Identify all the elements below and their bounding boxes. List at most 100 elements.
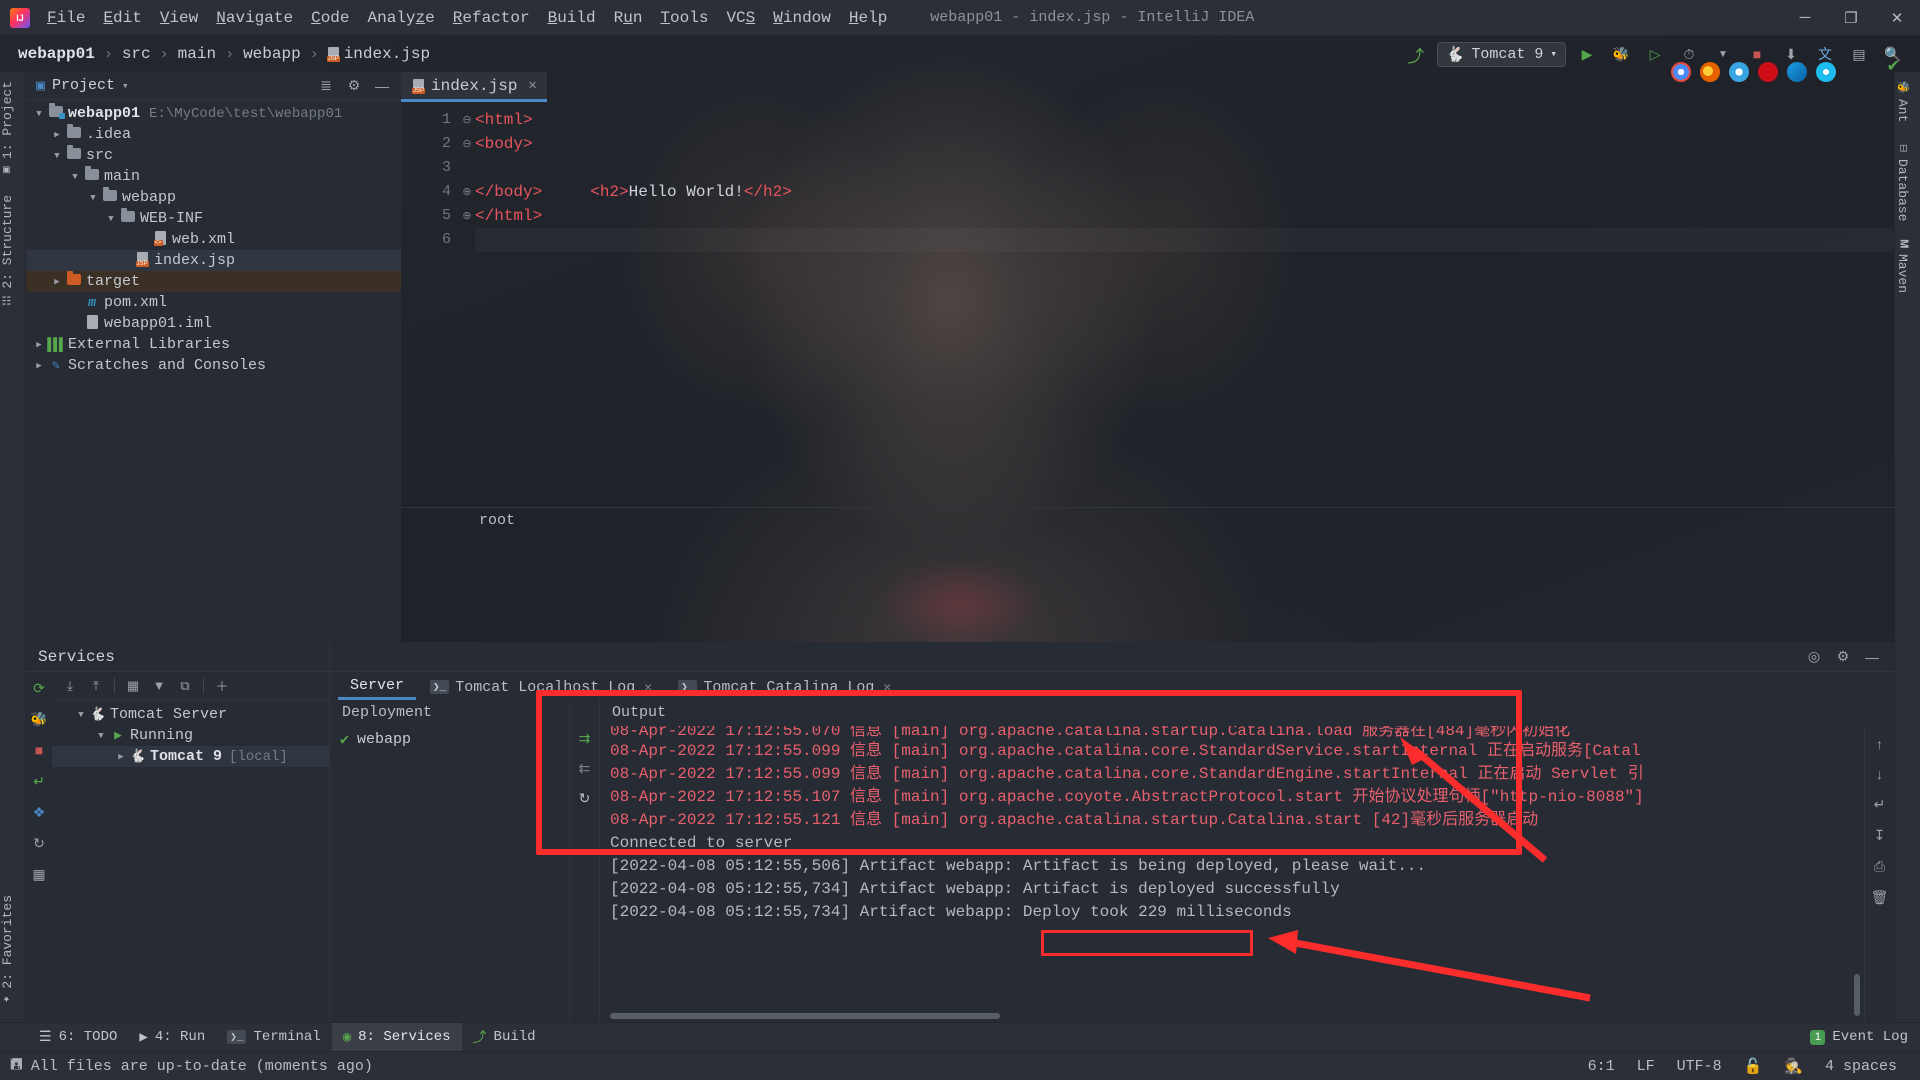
services-node-running[interactable]: ▼ ▶ Running bbox=[52, 725, 329, 746]
tab-tomcat-localhost-log[interactable]: ❯_ Tomcat Localhost Log ✕ bbox=[418, 674, 664, 700]
rail-item-maven[interactable]: 𝐌 Maven bbox=[1895, 230, 1910, 302]
caret-position[interactable]: 6:1 bbox=[1577, 1058, 1626, 1075]
chevron-right-icon[interactable]: ▶ bbox=[50, 130, 64, 140]
services-tree[interactable]: ▼ 🐇 Tomcat Server ▼ ▶ Running ▶ 🐇 Tomcat… bbox=[52, 700, 329, 1022]
unlock-icon[interactable]: 🔓 bbox=[1733, 1057, 1774, 1076]
hector-icon[interactable]: 🕵 bbox=[1773, 1057, 1814, 1076]
tree-node-iml[interactable]: . webapp01.iml bbox=[26, 313, 401, 334]
console-vertical-scrollbar[interactable] bbox=[1854, 974, 1860, 1016]
close-icon[interactable]: ✕ bbox=[883, 680, 891, 695]
breadcrumb-item-file[interactable]: index.jsp bbox=[324, 43, 434, 65]
run-with-coverage-button[interactable]: ▷ bbox=[1642, 41, 1668, 67]
undeploy-arrow-icon[interactable]: ⇇ bbox=[579, 760, 591, 777]
menu-window[interactable]: Window bbox=[764, 5, 840, 31]
close-button[interactable]: ✕ bbox=[1874, 0, 1920, 36]
tree-node-target[interactable]: ▶ target bbox=[26, 271, 401, 292]
breadcrumb-item-webapp[interactable]: webapp bbox=[239, 43, 305, 65]
indent-setting[interactable]: 4 spaces bbox=[1814, 1058, 1908, 1075]
rail-item-database[interactable]: ◫ Database bbox=[1895, 132, 1910, 230]
close-icon[interactable]: ✕ bbox=[528, 77, 536, 94]
chevron-right-icon[interactable]: ▶ bbox=[114, 752, 128, 762]
scroll-to-end-button[interactable]: ↧ bbox=[1874, 827, 1886, 844]
menu-refactor[interactable]: Refactor bbox=[444, 5, 539, 31]
debug-button[interactable]: 🐝 bbox=[1608, 41, 1634, 67]
expand-all-button[interactable]: ⤓ bbox=[58, 675, 82, 697]
layout-button[interactable]: ▤ bbox=[1846, 41, 1872, 67]
chevron-right-icon[interactable]: ▶ bbox=[32, 361, 46, 371]
redeploy-button[interactable]: ↵ bbox=[29, 771, 49, 791]
gear-icon[interactable]: ⚙ bbox=[1830, 644, 1856, 670]
chevron-down-icon[interactable]: ▼ bbox=[94, 731, 108, 741]
chevron-right-icon[interactable]: ▶ bbox=[50, 277, 64, 287]
breadcrumb-item-main[interactable]: main bbox=[174, 43, 220, 65]
scroll-down-button[interactable]: ↓ bbox=[1876, 766, 1883, 782]
build-hammer-icon[interactable]: ⤴ bbox=[1403, 41, 1429, 67]
menu-analyze[interactable]: Analyze bbox=[359, 5, 444, 31]
minimize-button[interactable]: ─ bbox=[1782, 0, 1828, 36]
redeploy-icon[interactable]: ↻ bbox=[579, 790, 591, 807]
menu-file[interactable]: File bbox=[38, 5, 94, 31]
breadcrumb-item-project[interactable]: webapp01 bbox=[14, 43, 99, 65]
rail-item-structure[interactable]: ☷ 2: Structure bbox=[0, 186, 15, 316]
rail-item-ant[interactable]: 🐝 Ant bbox=[1895, 72, 1910, 132]
show-in-new-window-button[interactable]: ⧉ bbox=[173, 675, 197, 697]
file-encoding[interactable]: UTF-8 bbox=[1666, 1058, 1733, 1075]
search-everywhere-icon[interactable]: 🔍 bbox=[1880, 41, 1906, 67]
project-panel-title-group[interactable]: ▣ Project ▾ bbox=[36, 76, 129, 95]
translate-button[interactable]: 文 bbox=[1812, 41, 1838, 67]
tool-button-build[interactable]: ⤴ Build bbox=[462, 1023, 547, 1052]
add-service-button[interactable]: ＋ bbox=[210, 675, 234, 697]
tree-node-index-jsp[interactable]: . index.jsp bbox=[26, 250, 401, 271]
fold-marker[interactable]: ⊕ bbox=[459, 180, 475, 204]
chevron-down-icon[interactable]: ▼ bbox=[104, 214, 118, 224]
refresh-button[interactable]: ↻ bbox=[29, 833, 49, 853]
status-message-group[interactable]: 🖪 All files are up-to-date (moments ago) bbox=[0, 1054, 373, 1079]
fold-marker[interactable]: ⊖ bbox=[459, 108, 475, 132]
rail-item-project[interactable]: ▣ 1: Project bbox=[0, 72, 15, 186]
rerun-debug-button[interactable]: 🐝 bbox=[29, 709, 49, 729]
updates-button[interactable]: ⬇ bbox=[1778, 41, 1804, 67]
chevron-down-icon[interactable]: ▼ bbox=[74, 710, 88, 720]
collapse-all-icon[interactable]: ≣ bbox=[313, 73, 339, 99]
stop-button[interactable]: ■ bbox=[29, 740, 49, 760]
gear-icon[interactable]: ⚙ bbox=[341, 73, 367, 99]
tree-node-main[interactable]: ▼ main bbox=[26, 166, 401, 187]
menu-help[interactable]: Help bbox=[840, 5, 896, 31]
filter-button[interactable]: ❖ bbox=[29, 802, 49, 822]
menu-tools[interactable]: Tools bbox=[651, 5, 717, 31]
group-by-button[interactable]: ▦ bbox=[121, 675, 145, 697]
menu-view[interactable]: View bbox=[151, 5, 207, 31]
collapse-all-button[interactable]: ⤒ bbox=[84, 675, 108, 697]
code-folding-gutter[interactable]: ⊖ ⊖ ⊕ ⊕ bbox=[459, 102, 475, 507]
run-configuration-selector[interactable]: 🐇 Tomcat 9 ▾ bbox=[1436, 41, 1566, 67]
code-editor[interactable]: 1 2 3 4 5 6 ⊖ ⊖ ⊕ ⊕ <html> <body> <h2>He… bbox=[401, 102, 1894, 507]
rail-item-favorites[interactable]: ★ 2: Favorites bbox=[0, 886, 15, 1016]
tree-node-external-libraries[interactable]: ▶ ▌▌▌ External Libraries bbox=[26, 334, 401, 355]
tool-button-services[interactable]: ◉ 8: Services bbox=[331, 1022, 462, 1052]
tree-node-web-xml[interactable]: . web.xml bbox=[26, 229, 401, 250]
run-button[interactable]: ▶ bbox=[1574, 41, 1600, 67]
editor-breadcrumb[interactable]: root bbox=[401, 507, 1894, 533]
chevron-right-icon[interactable]: ▶ bbox=[32, 340, 46, 350]
chevron-down-icon[interactable]: ▼ bbox=[50, 151, 64, 161]
chevron-down-icon[interactable]: ▼ bbox=[86, 193, 100, 203]
menu-code[interactable]: Code bbox=[302, 5, 358, 31]
menu-vcs[interactable]: VCS bbox=[717, 5, 764, 31]
menu-build[interactable]: Build bbox=[539, 5, 605, 31]
chevron-down-icon[interactable]: ▼ bbox=[68, 172, 82, 182]
filter-button[interactable]: ▼ bbox=[147, 675, 171, 697]
tree-node-idea[interactable]: ▶ .idea bbox=[26, 124, 401, 145]
clear-all-button[interactable]: 🗑 bbox=[1871, 889, 1889, 906]
soft-wrap-button[interactable]: ↵ bbox=[1874, 796, 1886, 813]
breadcrumb-item-src[interactable]: src bbox=[118, 43, 155, 65]
print-button[interactable]: ⎙ bbox=[1874, 858, 1885, 875]
deployment-item-webapp[interactable]: ✔ webapp bbox=[330, 726, 569, 752]
tree-node-webapp01[interactable]: ▼ webapp01 E:\MyCode\test\webapp01 bbox=[26, 103, 401, 124]
event-log-group[interactable]: 1 Event Log bbox=[1810, 1029, 1920, 1045]
tree-node-web-inf[interactable]: ▼ WEB-INF bbox=[26, 208, 401, 229]
fold-marker[interactable]: ⊕ bbox=[459, 204, 475, 228]
deploy-arrow-icon[interactable]: ⇉ bbox=[579, 730, 591, 747]
stop-button[interactable]: ■ bbox=[1744, 41, 1770, 67]
tab-tomcat-catalina-log[interactable]: ❯_ Tomcat Catalina Log ✕ bbox=[666, 674, 903, 700]
services-node-tomcat-server[interactable]: ▼ 🐇 Tomcat Server bbox=[52, 704, 329, 725]
